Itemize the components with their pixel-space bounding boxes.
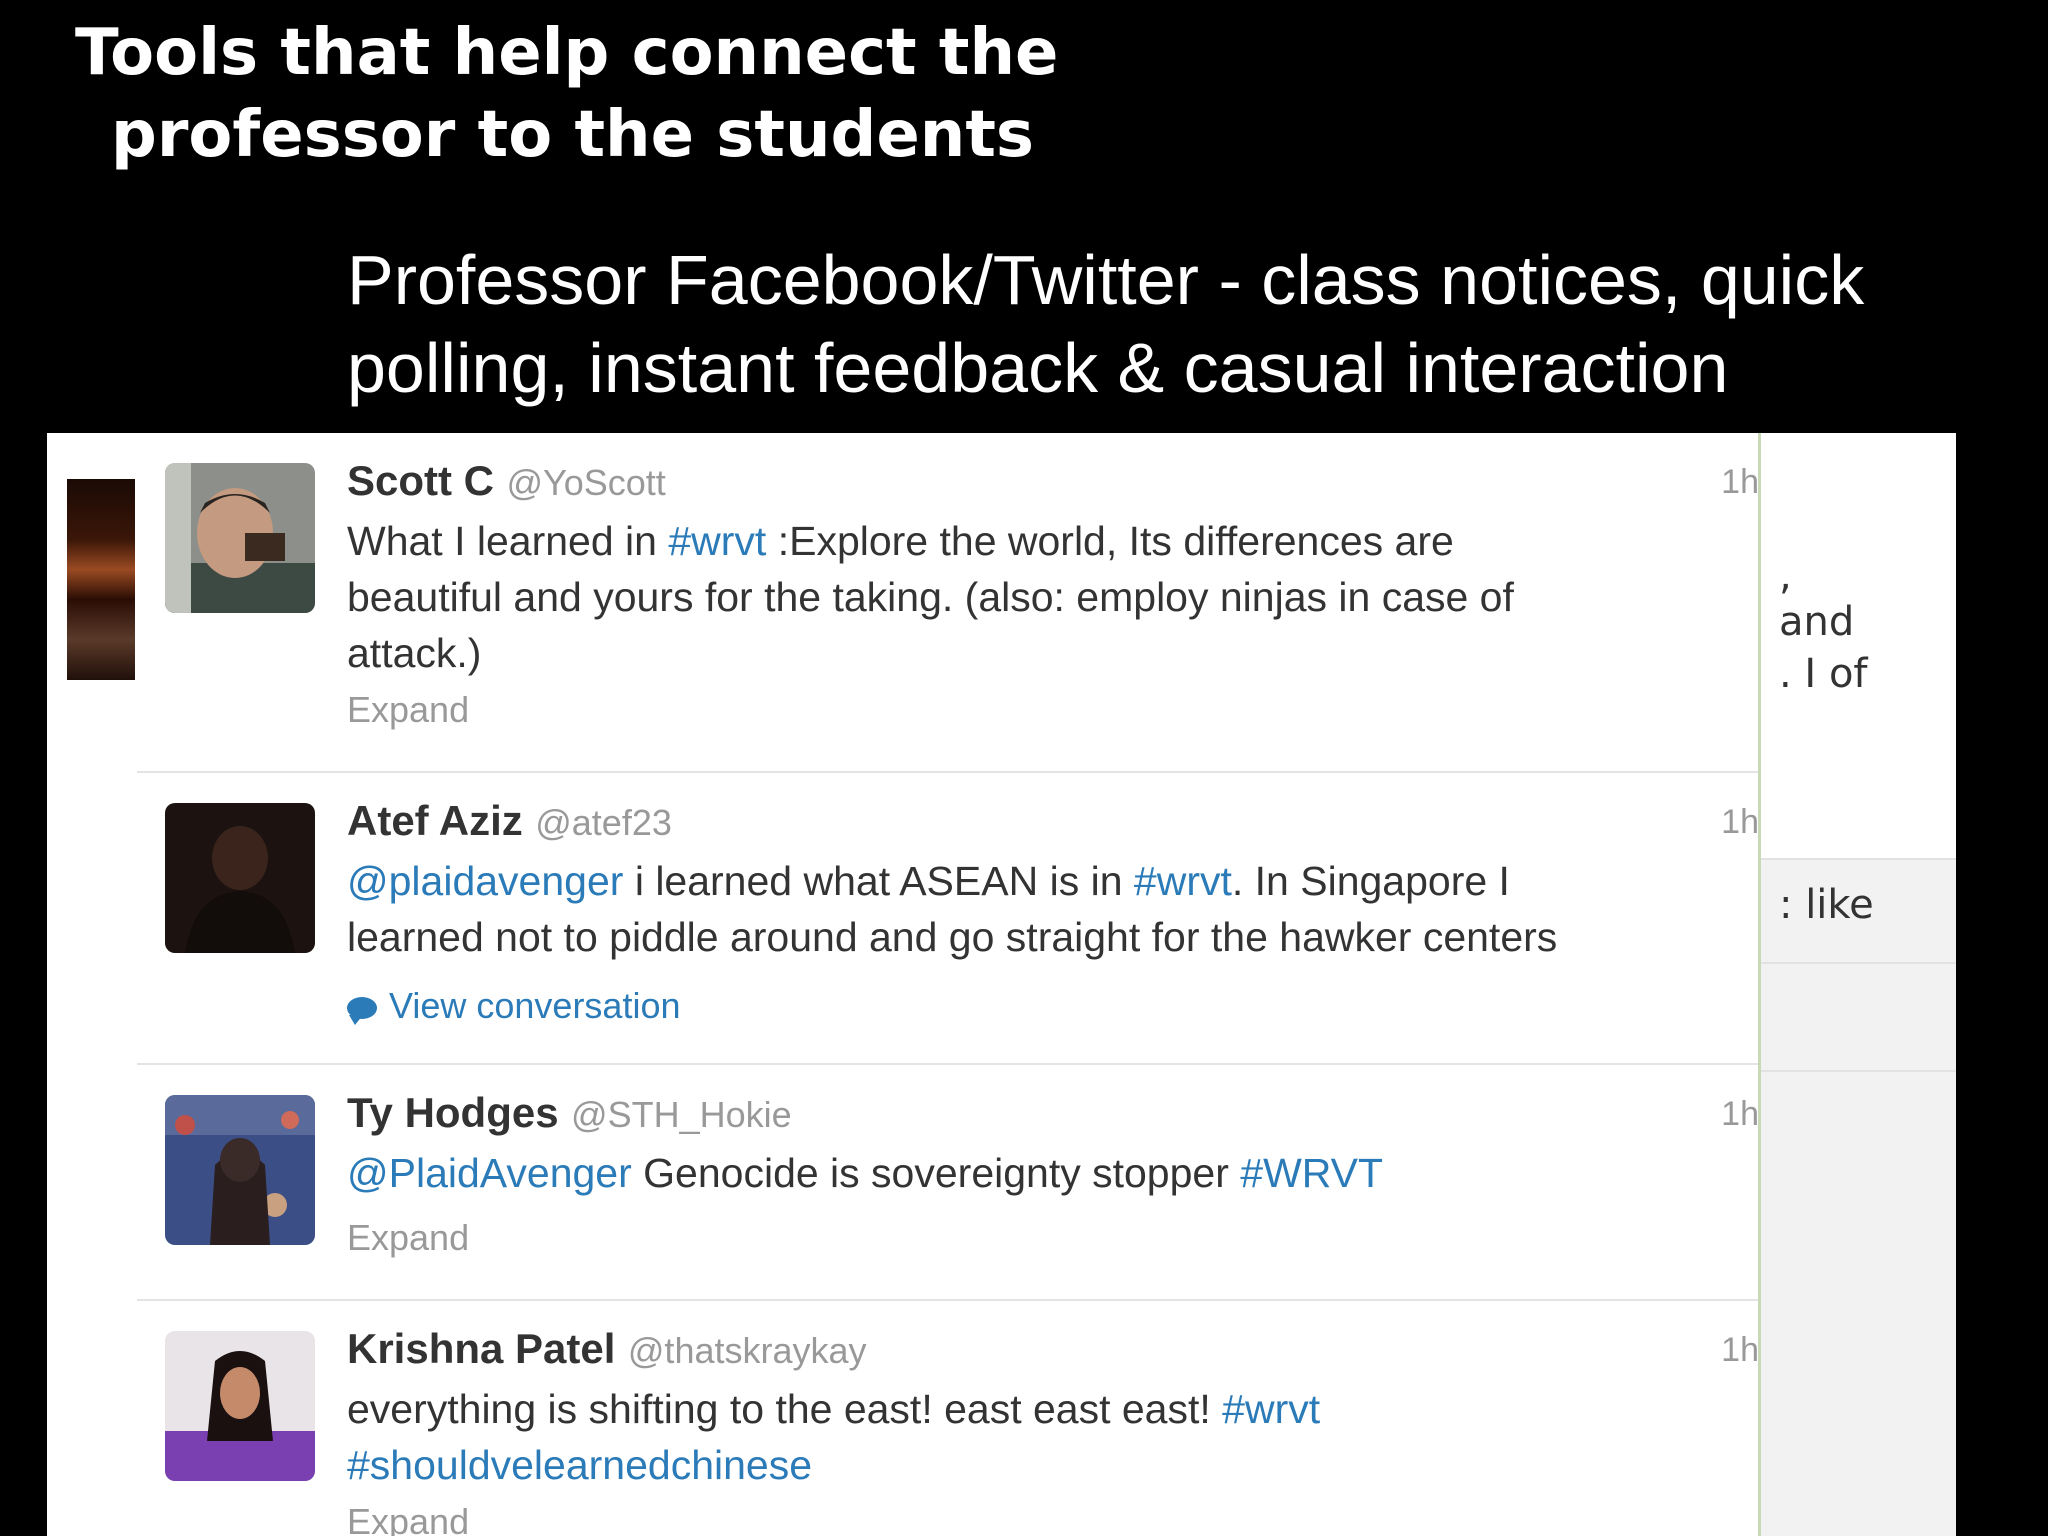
- tweet-timestamp[interactable]: 1h: [1721, 803, 1759, 842]
- right-panel-fragment: and: [1779, 599, 1855, 645]
- slide-subtitle-line-1: Professor Facebook/Twitter - class notic…: [347, 241, 1865, 319]
- hashtag-link[interactable]: #WRVT: [1240, 1150, 1383, 1196]
- view-conversation-label: View conversation: [389, 985, 681, 1026]
- tweet-header: Atef Aziz @atef23: [347, 797, 672, 845]
- right-panel-box[interactable]: [1761, 1070, 1956, 1536]
- hashtag-link[interactable]: #wrvt: [1134, 858, 1232, 904]
- slide-title-line-2: professor to the students: [111, 98, 1034, 172]
- tweet-text-segment: :Explore the world, Its differences are: [766, 518, 1454, 564]
- tweet-text-line: @PlaidAvenger Genocide is sovereignty st…: [347, 1145, 1727, 1201]
- right-panel-fragment: ,: [1779, 553, 1792, 599]
- hashtag-link[interactable]: #wrvt: [668, 518, 766, 564]
- expand-link[interactable]: Expand: [347, 689, 469, 731]
- tweet-card[interactable]: Krishna Patel @thatskraykay 1h everythin…: [137, 1301, 1807, 1536]
- left-strip: [47, 433, 137, 1536]
- tweet-feed: Scott C @YoScott 1h What I learned in #w…: [137, 433, 1807, 1536]
- author-name[interactable]: Atef Aziz: [347, 797, 523, 844]
- slide-subtitle-line-2: polling, instant feedback & casual inter…: [347, 329, 1729, 407]
- right-panel-box[interactable]: [1761, 962, 1956, 1070]
- hashtag-link[interactable]: #shouldvelearnedchinese: [347, 1442, 812, 1488]
- tweet-timestamp[interactable]: 1h: [1721, 463, 1759, 502]
- tweet-header: Krishna Patel @thatskraykay: [347, 1325, 867, 1373]
- tweet-text-segment: beautiful and yours for the taking. (als…: [347, 574, 1514, 620]
- tweet-text: What I learned in #wrvt :Explore the wor…: [347, 513, 1727, 681]
- hashtag-link[interactable]: #wrvt: [1222, 1386, 1320, 1432]
- slide-subtitle: Professor Facebook/Twitter - class notic…: [347, 236, 1864, 412]
- slide-title-line-1: Tools that help connect the: [75, 16, 1059, 90]
- avatar-image: [165, 1095, 315, 1245]
- expand-link[interactable]: Expand: [347, 1217, 469, 1259]
- expand-link[interactable]: Expand: [347, 1501, 469, 1536]
- tweet-text-line: #shouldvelearnedchinese: [347, 1437, 1727, 1493]
- tweet-text-segment: attack.): [347, 630, 482, 676]
- tweet-text-segment: What I learned in: [347, 518, 669, 564]
- tweet-text-line: learned not to piddle around and go stra…: [347, 909, 1727, 965]
- mention-link[interactable]: @plaidavenger: [347, 858, 623, 904]
- tweet-text-segment: learned not to piddle around and go stra…: [347, 914, 1558, 960]
- tweet-text-segment: i learned what ASEAN is in: [623, 858, 1134, 904]
- avatar-image: [165, 1331, 315, 1481]
- tweet-text-line: @plaidavenger i learned what ASEAN is in…: [347, 853, 1727, 909]
- tweet-text-line: What I learned in #wrvt :Explore the wor…: [347, 513, 1727, 569]
- tweet-card[interactable]: Ty Hodges @STH_Hokie 1h @PlaidAvenger Ge…: [137, 1065, 1807, 1301]
- tweet-text: everything is shifting to the east! east…: [347, 1381, 1727, 1493]
- tweet-timestamp[interactable]: 1h: [1721, 1331, 1759, 1370]
- tweet-card[interactable]: Scott C @YoScott 1h What I learned in #w…: [137, 433, 1807, 773]
- tweet-text-line: beautiful and yours for the taking. (als…: [347, 569, 1727, 625]
- tweet-text-segment: Genocide is sovereignty stopper: [631, 1150, 1241, 1196]
- tweet-text-segment: everything is shifting to the east! east…: [347, 1386, 1223, 1432]
- tweet-card[interactable]: Atef Aziz @atef23 1h @plaidavenger i lea…: [137, 773, 1807, 1065]
- right-panel-partial: , and . I of : like: [1761, 433, 1956, 1536]
- tweet-header: Ty Hodges @STH_Hokie: [347, 1089, 792, 1137]
- mention-link[interactable]: @PlaidAvenger: [347, 1150, 632, 1196]
- author-name[interactable]: Ty Hodges: [347, 1089, 559, 1136]
- right-panel-fragment: : like: [1779, 882, 1874, 928]
- tweet-text: @plaidavenger i learned what ASEAN is in…: [347, 853, 1727, 965]
- tweet-timestamp[interactable]: 1h: [1721, 1095, 1759, 1134]
- right-panel-fragment: . I of: [1779, 651, 1868, 697]
- tweet-header: Scott C @YoScott: [347, 457, 666, 505]
- author-handle[interactable]: @STH_Hokie: [571, 1094, 792, 1135]
- view-conversation-link[interactable]: View conversation: [347, 985, 681, 1027]
- tweet-text: @PlaidAvenger Genocide is sovereignty st…: [347, 1145, 1727, 1201]
- tweet-text-line: everything is shifting to the east! east…: [347, 1381, 1727, 1437]
- avatar[interactable]: [165, 1095, 315, 1245]
- author-name[interactable]: Scott C: [347, 457, 494, 504]
- avatar[interactable]: [165, 1331, 315, 1481]
- avatar-image: [165, 463, 315, 613]
- tweet-text-line: attack.): [347, 625, 1727, 681]
- avatar-image: [165, 803, 315, 953]
- author-handle[interactable]: @atef23: [535, 802, 672, 843]
- right-panel-box[interactable]: : like: [1761, 858, 1956, 962]
- author-handle[interactable]: @YoScott: [506, 462, 665, 503]
- profile-photo-thumbnail: [67, 479, 135, 680]
- slide-title: Tools that help connect the professor to…: [75, 12, 1058, 176]
- avatar[interactable]: [165, 463, 315, 613]
- twitter-screenshot: Scott C @YoScott 1h What I learned in #w…: [47, 433, 1956, 1536]
- tweet-text-segment: . In Singapore I: [1231, 858, 1510, 904]
- author-handle[interactable]: @thatskraykay: [628, 1330, 867, 1371]
- avatar[interactable]: [165, 803, 315, 953]
- author-name[interactable]: Krishna Patel: [347, 1325, 615, 1372]
- speech-bubble-icon: [347, 997, 377, 1026]
